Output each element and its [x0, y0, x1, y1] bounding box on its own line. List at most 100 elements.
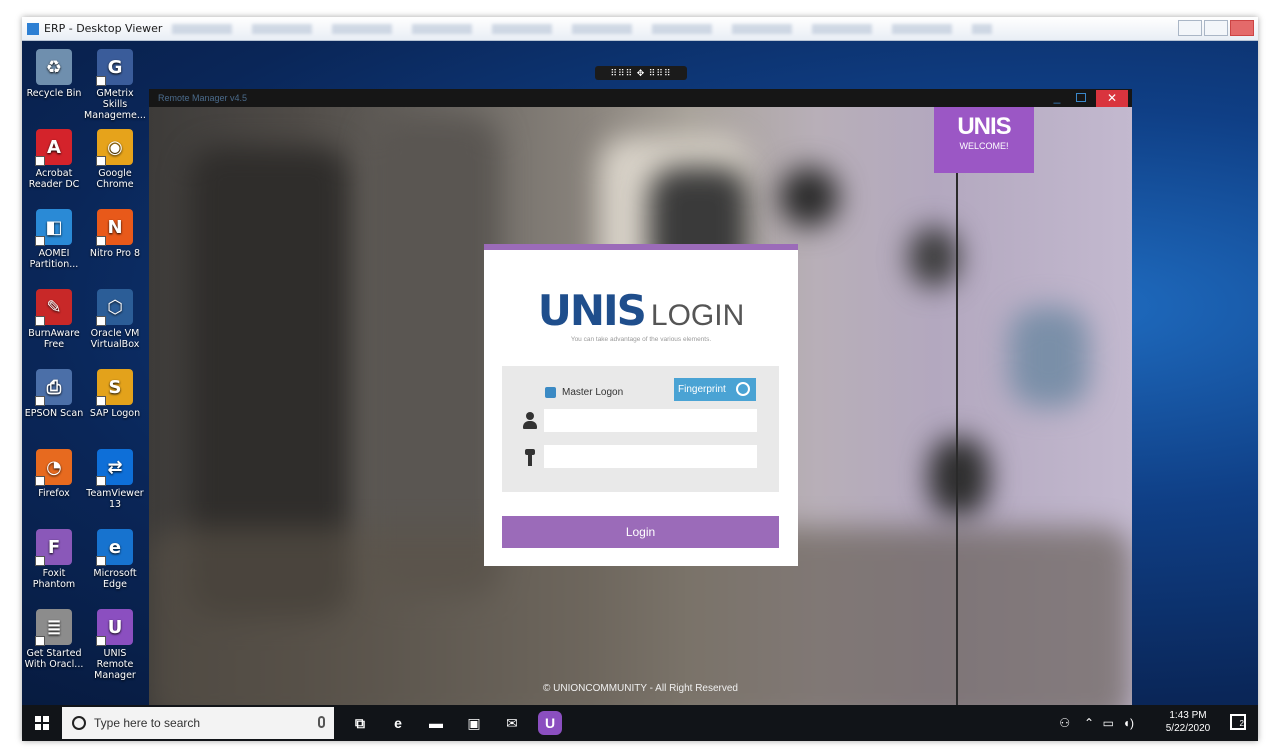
viewer-titlebar: ERP - Desktop Viewer: [22, 17, 1258, 41]
shortcut-arrow-icon: [35, 636, 45, 646]
start-button[interactable]: [22, 705, 62, 741]
shortcut-arrow-icon: [35, 316, 45, 326]
sap-logon-icon: S: [96, 369, 133, 406]
microphone-icon[interactable]: [318, 716, 325, 728]
shortcut-arrow-icon: [96, 396, 106, 406]
desktop-icon-label: SAP Logon: [89, 408, 141, 419]
login-tagline: You can take advantage of the various el…: [570, 336, 712, 343]
master-logon-checkbox[interactable]: [545, 387, 556, 398]
welcome-badge: UNIS WELCOME!: [934, 107, 1034, 173]
shortcut-arrow-icon: [96, 316, 106, 326]
clock-date: 5/22/2020: [1165, 723, 1211, 734]
desktop-icon-label: TeamViewer 13: [86, 488, 144, 510]
desktop-icon[interactable]: ✎ BurnAware Free: [23, 289, 85, 350]
login-card: UNIS LOGIN You can take advantage of the …: [484, 244, 798, 566]
task-view-icon[interactable]: ⧉: [348, 711, 372, 735]
remote-manager-titlebar: Remote Manager v4.5 _ ✕: [149, 89, 1132, 107]
desktop-icon-label: BurnAware Free: [28, 328, 80, 350]
teamviewer-icon: ⇄: [96, 449, 133, 486]
desktop-icon[interactable]: ◔ Firefox: [23, 449, 85, 499]
unis-brand: UNIS: [537, 286, 647, 335]
viewer-app-icon: [27, 23, 39, 35]
desktop-icon[interactable]: N Nitro Pro 8: [84, 209, 146, 259]
desktop-icon[interactable]: e Microsoft Edge: [84, 529, 146, 590]
clock[interactable]: 1:43 PM 5/22/2020: [1158, 709, 1218, 735]
desktop-icon[interactable]: ⬡ Oracle VM VirtualBox: [84, 289, 146, 350]
search-input[interactable]: [94, 707, 294, 739]
network-icon[interactable]: ▭: [1103, 716, 1114, 730]
desktop-icon-label: Nitro Pro 8: [89, 248, 141, 259]
foxit-icon: F: [35, 529, 72, 566]
windows-icon: [35, 715, 49, 730]
cortana-icon: [72, 716, 86, 730]
shortcut-arrow-icon: [96, 556, 106, 566]
minimize-button[interactable]: _: [1050, 91, 1064, 105]
desktop-icon[interactable]: ⇄ TeamViewer 13: [84, 449, 146, 510]
master-logon-label[interactable]: Master Logon: [562, 387, 623, 398]
shortcut-arrow-icon: [35, 396, 45, 406]
password-input[interactable]: [544, 445, 757, 468]
shortcut-arrow-icon: [35, 556, 45, 566]
shortcut-arrow-icon: [35, 156, 45, 166]
nitro-icon: N: [96, 209, 133, 246]
maximize-button[interactable]: [1076, 93, 1086, 102]
login-logo: UNIS LOGIN: [484, 286, 798, 335]
remote-manager-window: Remote Manager v4.5 _ ✕ UNIS WELCOME! UN…: [149, 89, 1132, 705]
store-icon[interactable]: ▣: [462, 711, 486, 735]
desktop-icon[interactable]: ⎙ EPSON Scan: [23, 369, 85, 419]
desktop-icon[interactable]: U UNIS Remote Manager: [84, 609, 146, 681]
desktop-icon[interactable]: F Foxit Phantom: [23, 529, 85, 590]
desktop-icon[interactable]: S SAP Logon: [84, 369, 146, 419]
chrome-icon: ◉: [96, 129, 133, 166]
desktop-icon[interactable]: ≣ Get Started With Oracl...: [23, 609, 85, 670]
burnaware-icon: ✎: [35, 289, 72, 326]
login-word: LOGIN: [650, 299, 745, 332]
key-icon: [524, 449, 536, 467]
unis-taskbar-icon[interactable]: U: [538, 711, 562, 735]
viewer-toolbar-blur: [172, 24, 992, 34]
viewer-maximize-button[interactable]: [1204, 20, 1228, 36]
desktop-icon-label: AOMEI Partition...: [29, 248, 79, 270]
people-icon[interactable]: ⚇: [1059, 716, 1070, 730]
viewer-close-button[interactable]: [1230, 20, 1254, 36]
remote-manager-title: Remote Manager v4.5: [158, 93, 248, 103]
welcome-logo: UNIS: [957, 113, 1011, 140]
viewer-minimize-button[interactable]: [1178, 20, 1202, 36]
edge-icon: e: [96, 529, 133, 566]
desktop-icon[interactable]: A Acrobat Reader DC: [23, 129, 85, 190]
taskbar: ⧉ e ▬ ▣ ✉ U ⚇ ⌃ ▭ ◖) 1:43 PM 5/22/2020 2: [22, 705, 1258, 741]
notification-button[interactable]: 2: [1230, 714, 1246, 730]
taskbar-search[interactable]: [62, 707, 334, 739]
fingerprint-icon: [736, 382, 750, 396]
close-button[interactable]: ✕: [1096, 90, 1128, 107]
notification-count: 2: [1239, 719, 1244, 728]
desktop-icon-label: Recycle Bin: [26, 88, 82, 99]
firefox-icon: ◔: [35, 449, 72, 486]
edge-taskbar-icon[interactable]: e: [386, 711, 410, 735]
mail-icon[interactable]: ✉: [500, 711, 524, 735]
oracle-getstarted-icon: ≣: [35, 609, 72, 646]
shortcut-arrow-icon: [35, 476, 45, 486]
desktop-icon[interactable]: G GMetrix Skills Manageme...: [84, 49, 146, 121]
file-explorer-icon[interactable]: ▬: [424, 711, 448, 735]
copyright-footer: © UNIONCOMMUNITY - All Right Reserved: [543, 683, 738, 694]
desktop-icon[interactable]: ♻ Recycle Bin: [23, 49, 85, 99]
fingerprint-button[interactable]: Fingerprint: [674, 378, 756, 401]
desktop-icon[interactable]: ◧ AOMEI Partition...: [23, 209, 85, 270]
viewer-pin-toolbar[interactable]: ⠿⠿⠿ ✥ ⠿⠿⠿: [595, 66, 687, 80]
volume-icon[interactable]: ◖): [1123, 716, 1134, 730]
desktop-icon-label: Foxit Phantom: [32, 568, 76, 590]
user-icon: [523, 412, 537, 430]
desktop-icon-label: Acrobat Reader DC: [28, 168, 80, 190]
login-button[interactable]: Login: [502, 516, 779, 548]
shortcut-arrow-icon: [96, 636, 106, 646]
desktop-icon[interactable]: ◉ Google Chrome: [84, 129, 146, 190]
username-input[interactable]: [544, 409, 757, 432]
desktop-icon-label: Microsoft Edge: [93, 568, 137, 590]
virtualbox-icon: ⬡: [96, 289, 133, 326]
chevron-up-icon[interactable]: ⌃: [1084, 716, 1094, 730]
shortcut-arrow-icon: [96, 156, 106, 166]
desktop-icon-label: Firefox: [38, 488, 70, 499]
login-form-panel: Master Logon Fingerprint: [502, 366, 779, 492]
aomei-icon: ◧: [35, 209, 72, 246]
